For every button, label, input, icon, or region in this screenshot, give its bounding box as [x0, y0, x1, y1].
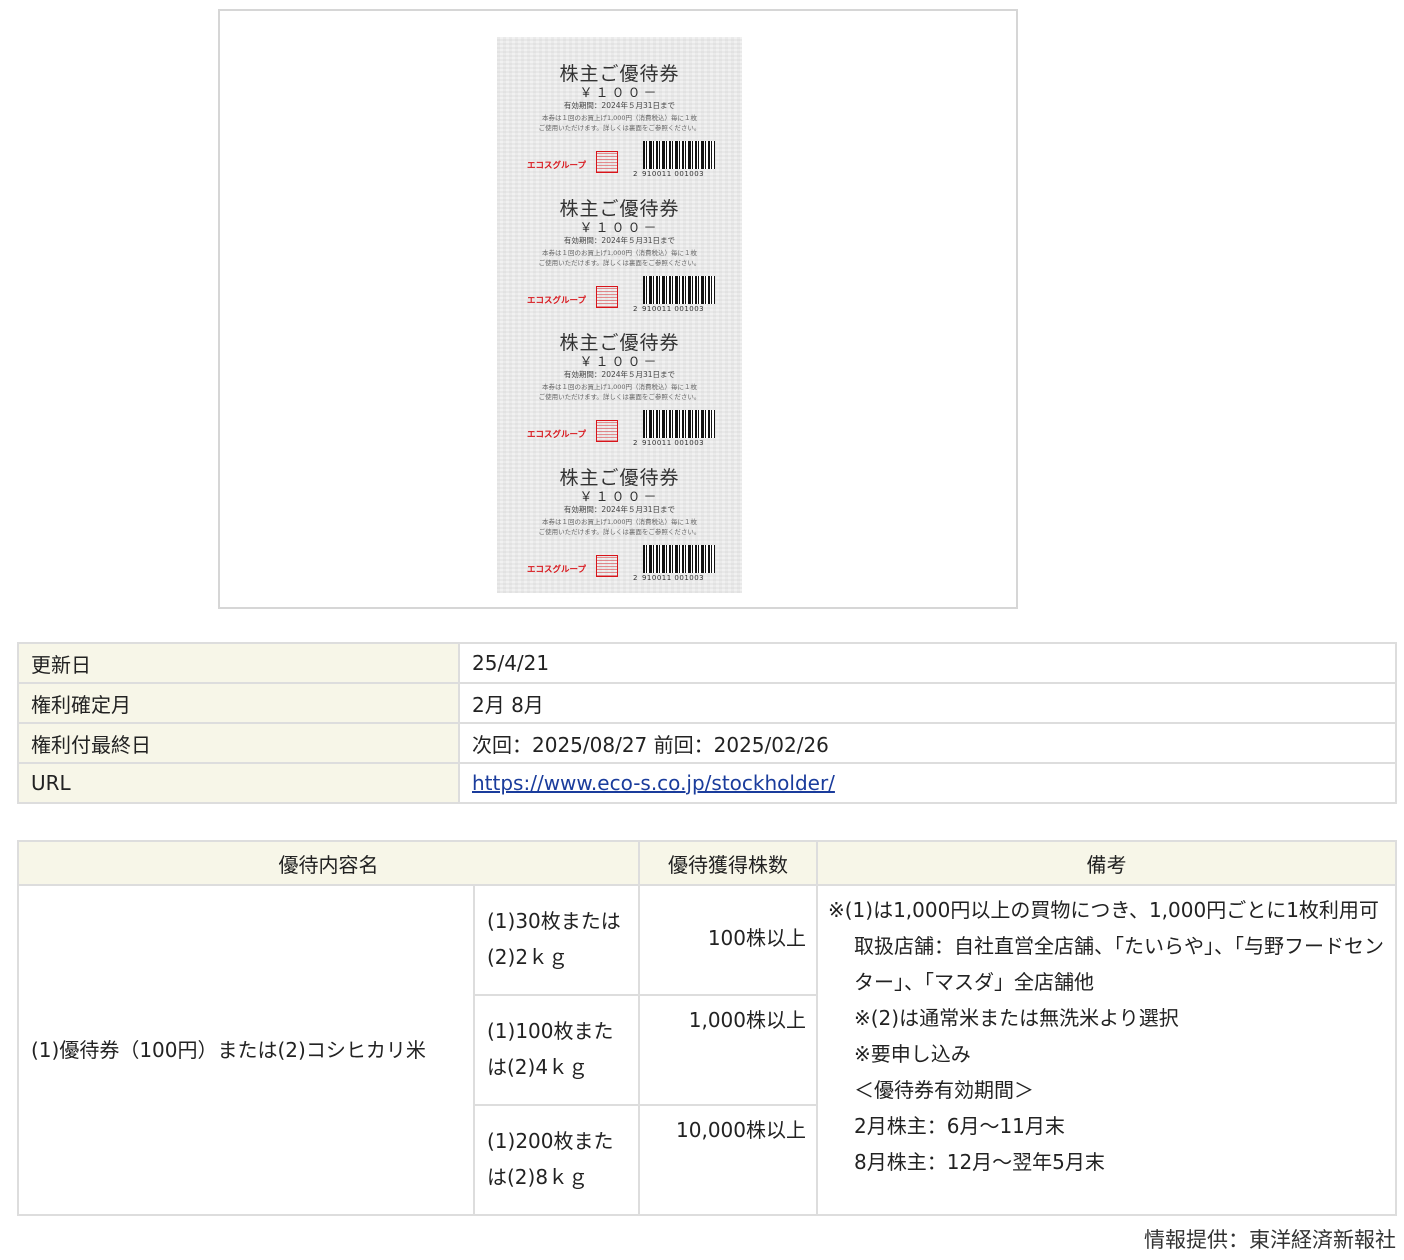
barcode-icon — [643, 141, 715, 169]
record-month-label: 権利確定月 — [17, 682, 460, 724]
coupon: 株主ご優待券 ￥１００－ 有効期間：2024年５月31日まで 本券は１回のお買上… — [497, 172, 742, 313]
coupon: 株主ご優待券 ￥１００－ 有効期間：2024年５月31日まで 本券は１回のお買上… — [497, 306, 742, 447]
benefit-quantity: (1)200枚または(2)8ｋｇ — [473, 1104, 640, 1216]
record-month-value: 2月 8月 — [458, 682, 1397, 724]
coupon-sheet: 株主ご優待券 ￥１００－ 有効期間：2024年５月31日まで 本券は１回のお買上… — [497, 37, 742, 593]
last-trading-day-value: 次回：2025/08/27 前回：2025/02/26 — [458, 722, 1397, 764]
remark-usage: ※(1)は1,000円以上の買物につき、1,000円ごとに1枚利用可 — [828, 898, 1379, 922]
table-row: URL https://www.eco-s.co.jp/stockholder/ — [17, 762, 1397, 804]
header-remarks: 備考 — [816, 840, 1397, 886]
company-logo: エコスグループ — [527, 430, 586, 440]
coupon-amount: ￥１００－ — [579, 355, 660, 370]
updated-value: 25/4/21 — [458, 642, 1397, 684]
data-provider-credit: 情報提供：東洋経済新報社 — [1144, 1228, 1396, 1252]
seal-stamp-icon — [596, 555, 618, 577]
barcode-number: 2 910011 001003 — [633, 574, 705, 582]
barcode-icon — [643, 545, 715, 573]
benefit-remarks: ※(1)は1,000円以上の買物につき、1,000円ごとに1枚利用可 取扱店舗：… — [816, 884, 1397, 1216]
benefit-shares: 100株以上 — [638, 884, 818, 996]
barcode-icon — [643, 276, 715, 304]
benefit-quantity: (1)30枚または(2)2ｋｇ — [473, 884, 640, 996]
seal-stamp-icon — [596, 420, 618, 442]
url-label: URL — [17, 762, 460, 804]
seal-stamp-icon — [596, 151, 618, 173]
benefit-name: (1)優待券（100円）または(2)コシヒカリ米 — [17, 884, 475, 1216]
table-header-row: 優待内容名 優待獲得株数 備考 — [17, 840, 1397, 886]
benefit-table: 優待内容名 優待獲得株数 備考 (1)優待券（100円）または(2)コシヒカリ米… — [17, 840, 1397, 1216]
coupon-note: 本券は１回のお買上げ1,000円（消費税込）毎に１枚 ご使用いただけます。詳しく… — [538, 518, 701, 536]
coupon: 株主ご優待券 ￥１００－ 有効期間：2024年５月31日まで 本券は１回のお買上… — [497, 37, 742, 178]
table-row: 権利確定月 2月 8月 — [17, 682, 1397, 724]
updated-label: 更新日 — [17, 642, 460, 684]
remark-rice: ※(2)は通常米または無洗米より選択 — [854, 1006, 1179, 1030]
header-shares: 優待獲得株数 — [638, 840, 818, 886]
info-table: 更新日 25/4/21 権利確定月 2月 8月 権利付最終日 次回：2025/0… — [17, 642, 1397, 804]
company-logo: エコスグループ — [527, 565, 586, 575]
table-row: 権利付最終日 次回：2025/08/27 前回：2025/02/26 — [17, 722, 1397, 764]
seal-stamp-icon — [596, 286, 618, 308]
coupon-image: 株主ご優待券 ￥１００－ 有効期間：2024年５月31日まで 本券は１回のお買上… — [218, 9, 1018, 609]
coupon-expiry: 有効期間：2024年５月31日まで — [563, 370, 676, 379]
benefit-quantity: (1)100枚または(2)4ｋｇ — [473, 994, 640, 1106]
coupon-amount: ￥１００－ — [579, 221, 660, 236]
remark-stores: 取扱店舗：自社直営全店舗、「たいらや」、「与野フードセンター」、「マスダ」全店舗… — [854, 934, 1384, 994]
table-row: 更新日 25/4/21 — [17, 642, 1397, 684]
coupon-note: 本券は１回のお買上げ1,000円（消費税込）毎に１枚 ご使用いただけます。詳しく… — [538, 383, 701, 401]
coupon-expiry: 有効期間：2024年５月31日まで — [563, 505, 676, 514]
coupon-expiry: 有効期間：2024年５月31日まで — [563, 236, 676, 245]
remark-feb-holders: 2月株主：6月〜11月末 — [854, 1114, 1065, 1138]
coupon: 株主ご優待券 ￥１００－ 有効期間：2024年５月31日まで 本券は１回のお買上… — [497, 441, 742, 582]
coupon-amount: ￥１００－ — [579, 490, 660, 505]
company-logo: エコスグループ — [527, 161, 586, 171]
coupon-note: 本券は１回のお買上げ1,000円（消費税込）毎に１枚 ご使用いただけます。詳しく… — [538, 114, 701, 132]
last-trading-day-label: 権利付最終日 — [17, 722, 460, 764]
remark-application: ※要申し込み — [854, 1042, 971, 1066]
company-logo: エコスグループ — [527, 296, 586, 306]
coupon-expiry: 有効期間：2024年５月31日まで — [563, 101, 676, 110]
barcode-icon — [643, 410, 715, 438]
benefit-shares: 10,000株以上 — [638, 1104, 818, 1216]
header-benefit-name: 優待内容名 — [17, 840, 640, 886]
remark-validity-heading: ＜優待券有効期間＞ — [854, 1078, 1034, 1102]
coupon-note: 本券は１回のお買上げ1,000円（消費税込）毎に１枚 ご使用いただけます。詳しく… — [538, 249, 701, 267]
remark-aug-holders: 8月株主：12月〜翌年5月末 — [854, 1150, 1105, 1174]
stockholder-link[interactable]: https://www.eco-s.co.jp/stockholder/ — [472, 771, 835, 795]
benefit-shares: 1,000株以上 — [638, 994, 818, 1106]
coupon-amount: ￥１００－ — [579, 86, 660, 101]
table-row: (1)優待券（100円）または(2)コシヒカリ米 (1)30枚または(2)2ｋｇ… — [17, 884, 1397, 1216]
